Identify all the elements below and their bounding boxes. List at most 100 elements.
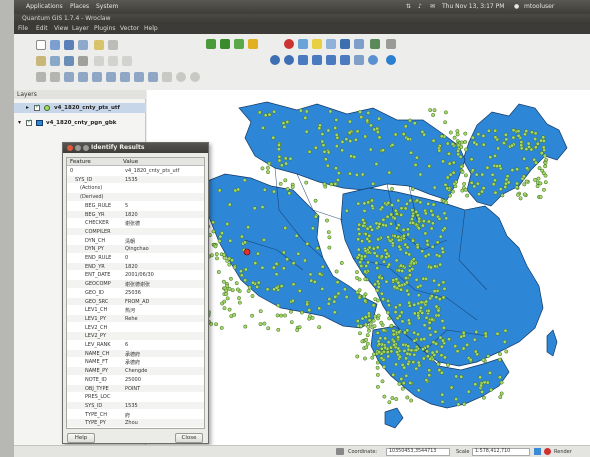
- redo-icon[interactable]: [50, 72, 60, 82]
- attribute-table-icon[interactable]: [340, 39, 350, 49]
- result-row[interactable]: SYS_ID 1535: [67, 175, 204, 184]
- menu-view[interactable]: View: [54, 25, 68, 32]
- cut-features-icon[interactable]: [108, 56, 118, 66]
- delete-ring-icon[interactable]: [106, 72, 116, 82]
- result-row[interactable]: BEG_RULE 5: [67, 202, 204, 210]
- select-features-icon[interactable]: [312, 39, 322, 49]
- menu-system[interactable]: System: [96, 3, 118, 10]
- result-row[interactable]: PRES_LOC: [67, 393, 204, 401]
- pan-icon[interactable]: [284, 39, 294, 49]
- toggle-editing-icon[interactable]: [36, 56, 46, 66]
- help-icon[interactable]: [386, 55, 396, 65]
- result-row[interactable]: SYS_ID 1535: [67, 401, 204, 410]
- zoom-last-icon[interactable]: [340, 55, 350, 65]
- panel-user-icon[interactable]: ●: [514, 3, 519, 10]
- identify-icon[interactable]: [298, 39, 308, 49]
- result-row[interactable]: 0 v4_1820_cnty_pts_utf: [67, 167, 204, 175]
- zoom-in-icon[interactable]: [270, 55, 280, 65]
- merge-features-icon[interactable]: [162, 72, 172, 82]
- refresh-icon[interactable]: [368, 55, 378, 65]
- menu-edit[interactable]: Edit: [36, 25, 48, 32]
- result-row[interactable]: COMPILER: [67, 227, 204, 236]
- result-row[interactable]: TYPE_CH 府: [67, 411, 204, 419]
- menu-plugins[interactable]: Plugins: [94, 25, 116, 32]
- close-window-icon[interactable]: [67, 145, 73, 151]
- menu-places[interactable]: Places: [70, 3, 89, 10]
- result-row[interactable]: NAME_CH 承德府: [67, 349, 204, 358]
- add-postgis-layer-icon[interactable]: [234, 39, 244, 49]
- result-row[interactable]: LEV_RANK 6: [67, 341, 204, 349]
- move-feature-icon[interactable]: [64, 56, 74, 66]
- zoom-next-icon[interactable]: [354, 55, 364, 65]
- add-vector-layer-icon[interactable]: [206, 39, 216, 49]
- result-row[interactable]: END_YR 1820: [67, 262, 204, 271]
- menu-layer[interactable]: Layer: [72, 25, 89, 32]
- zoom-to-selection-icon[interactable]: [312, 55, 322, 65]
- map-svg[interactable]: [147, 90, 590, 445]
- menu-vector[interactable]: Vector: [120, 25, 139, 32]
- split-features-icon[interactable]: [148, 72, 158, 82]
- panel-user[interactable]: mtooluser: [524, 3, 554, 10]
- panel-volume-icon[interactable]: ♪: [418, 3, 422, 10]
- delete-part-icon[interactable]: [120, 72, 130, 82]
- map-canvas[interactable]: [147, 90, 590, 445]
- layer-visibility-checkbox[interactable]: [26, 118, 32, 126]
- open-project-icon[interactable]: [50, 40, 60, 50]
- paste-features-icon[interactable]: [122, 56, 132, 66]
- result-row[interactable]: (Derived): [67, 193, 204, 201]
- result-row[interactable]: LEV2_PY: [67, 332, 204, 340]
- panel-network-icon[interactable]: ⇅: [406, 3, 411, 10]
- scale-field[interactable]: 1:578,412,710: [472, 448, 530, 456]
- rotate-point-icon[interactable]: [176, 72, 186, 82]
- add-spatialite-layer-icon[interactable]: [248, 39, 258, 49]
- add-part-icon[interactable]: [92, 72, 102, 82]
- result-row[interactable]: END_RULE 0: [67, 254, 204, 262]
- result-row[interactable]: BEG_YR 1820: [67, 210, 204, 219]
- result-row[interactable]: DYN_PY Qingchao: [67, 245, 204, 253]
- capture-point-icon[interactable]: [50, 56, 60, 66]
- result-row[interactable]: NOTE_ID 25000: [67, 376, 204, 384]
- expand-arrow-icon[interactable]: ▾: [18, 119, 21, 126]
- undo-icon[interactable]: [36, 72, 46, 82]
- zoom-out-icon[interactable]: [284, 55, 294, 65]
- result-row[interactable]: CHECKER 谢张德: [67, 219, 204, 227]
- panel-mail-icon[interactable]: ✉: [430, 3, 435, 10]
- annotation-icon[interactable]: [386, 39, 396, 49]
- minimize-window-icon[interactable]: [75, 145, 81, 151]
- result-row[interactable]: DYN_CH 清朝: [67, 237, 204, 245]
- result-row[interactable]: NAME_FT 承德府: [67, 358, 204, 366]
- menu-help[interactable]: Help: [144, 25, 158, 32]
- result-row[interactable]: NAME_PY Chengde: [67, 367, 204, 375]
- result-row[interactable]: GEO_SRC FROM_AD: [67, 297, 204, 306]
- help-button[interactable]: Help: [67, 433, 95, 443]
- maximize-window-icon[interactable]: [83, 145, 89, 151]
- offset-curve-icon[interactable]: [190, 72, 200, 82]
- layer-visibility-checkbox[interactable]: [34, 103, 40, 111]
- result-row[interactable]: GEO_ID 25036: [67, 289, 204, 297]
- layer-row-polygons[interactable]: ▾ v4_1820_cnty_pgn_gbk: [14, 118, 146, 128]
- result-row[interactable]: LEV1_CH 热河: [67, 306, 204, 314]
- panel-clock[interactable]: Thu Nov 13, 3:17 PM: [442, 3, 504, 10]
- selected-feature-point[interactable]: [243, 248, 251, 256]
- coordinate-toggle-icon[interactable]: [336, 448, 344, 455]
- measure-icon[interactable]: [326, 39, 336, 49]
- results-tree[interactable]: Feature Value 0 v4_1820_cnty_pts_utf SYS_I…: [66, 157, 205, 429]
- result-row[interactable]: GEOCOMP 谢张德谢张: [67, 280, 204, 288]
- expand-arrow-icon[interactable]: ▸: [26, 104, 29, 111]
- reshape-features-icon[interactable]: [134, 72, 144, 82]
- result-row[interactable]: ENT_DATE 2001/06/30: [67, 271, 204, 279]
- stop-render-icon[interactable]: [544, 448, 551, 455]
- save-project-icon[interactable]: [64, 40, 74, 50]
- column-value[interactable]: Value: [123, 159, 138, 165]
- coordinate-field[interactable]: 10350453,3544713: [386, 448, 450, 456]
- result-row[interactable]: OBJ_TYPE POINT: [67, 384, 204, 393]
- node-tool-icon[interactable]: [78, 56, 88, 66]
- delete-selected-icon[interactable]: [94, 56, 104, 66]
- simplify-feature-icon[interactable]: [64, 72, 74, 82]
- result-row[interactable]: (Actions): [67, 184, 204, 192]
- zoom-to-layer-icon[interactable]: [326, 55, 336, 65]
- add-ring-icon[interactable]: [78, 72, 88, 82]
- composer-manager-icon[interactable]: [108, 40, 118, 50]
- menu-applications[interactable]: Applications: [26, 3, 63, 10]
- menu-file[interactable]: File: [18, 25, 28, 32]
